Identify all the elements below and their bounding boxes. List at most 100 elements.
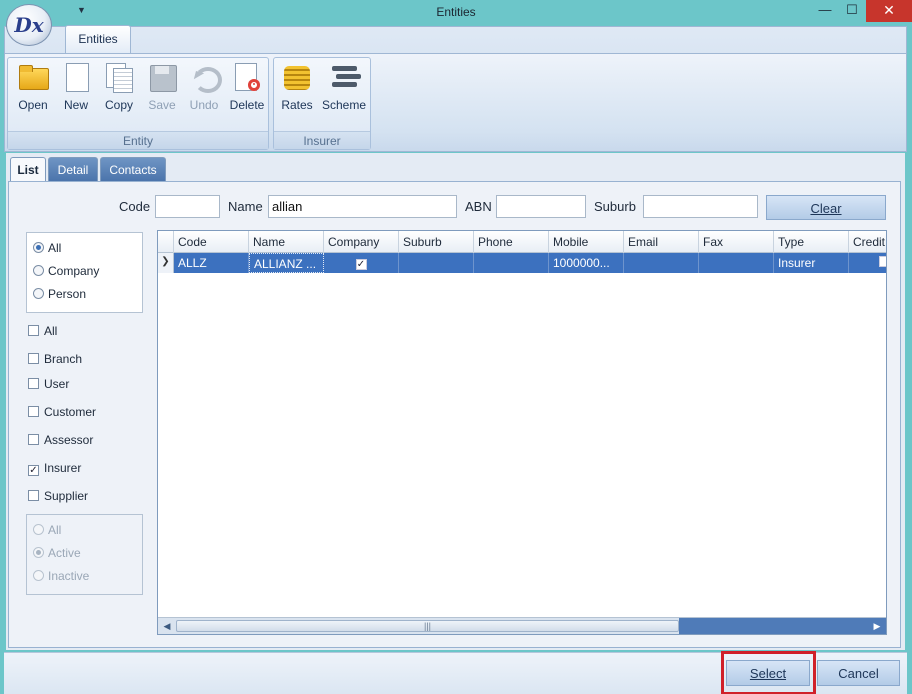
suburb-input[interactable]: [643, 195, 758, 218]
cell-type[interactable]: Insurer: [774, 253, 849, 273]
checkbox-label: All: [44, 324, 58, 338]
clear-button[interactable]: Clear: [766, 195, 886, 220]
checkbox-customer[interactable]: Customer: [28, 405, 96, 423]
column-header-suburb[interactable]: Suburb: [399, 231, 474, 253]
ribbon-body: Open New Copy Save Undo Delete Entity Ra…: [5, 53, 906, 151]
checkbox-branch[interactable]: Branch: [28, 352, 82, 370]
client-area: List Detail Contacts Code Name ABN Subur…: [6, 153, 905, 650]
open-label: Open: [18, 98, 48, 112]
checkbox-insurer[interactable]: ✓ Insurer: [28, 461, 81, 479]
delete-button[interactable]: Delete: [226, 62, 268, 128]
checkbox-box: [28, 490, 39, 501]
cell-credit[interactable]: [849, 253, 886, 273]
scheme-button[interactable]: Scheme: [320, 62, 368, 128]
column-header-code[interactable]: Code: [174, 231, 249, 253]
undo-label: Undo: [189, 98, 219, 112]
radio-company[interactable]: Company: [33, 264, 99, 282]
scroll-right-icon[interactable]: ▶: [869, 619, 885, 633]
status-group: All Active Inactive: [26, 514, 143, 595]
radio-status-active[interactable]: Active: [33, 546, 81, 564]
tab-list[interactable]: List: [10, 157, 46, 183]
cancel-button[interactable]: Cancel: [817, 660, 900, 686]
abn-input[interactable]: [496, 195, 586, 218]
radio-label: All: [48, 523, 62, 537]
save-icon: [147, 62, 177, 92]
column-header-fax[interactable]: Fax: [699, 231, 774, 253]
maximize-button[interactable]: ☐: [837, 0, 867, 22]
app-logo-icon[interactable]: Dx: [6, 4, 52, 46]
copy-button[interactable]: Copy: [99, 62, 139, 128]
checkbox-supplier[interactable]: Supplier: [28, 489, 88, 507]
tab-contacts[interactable]: Contacts: [100, 157, 166, 181]
name-label: Name: [228, 199, 263, 214]
column-header-credit[interactable]: Credit: [849, 231, 886, 253]
code-input[interactable]: [155, 195, 220, 218]
close-button[interactable]: ✕: [866, 0, 912, 22]
dialog-footer: Select Cancel: [4, 651, 907, 694]
radio-status-all[interactable]: All: [33, 523, 61, 541]
cell-mobile[interactable]: 1000000...: [549, 253, 624, 273]
name-input[interactable]: [268, 195, 457, 218]
column-header-name[interactable]: Name: [249, 231, 324, 253]
undo-button[interactable]: Undo: [184, 62, 224, 128]
save-label: Save: [148, 98, 176, 112]
column-header-type[interactable]: Type: [774, 231, 849, 253]
checkmark-icon: ✓: [28, 465, 39, 476]
ribbon-group-insurer: Rates Scheme Insurer: [273, 57, 371, 150]
checkbox-label: Insurer: [44, 461, 82, 475]
cell-suburb[interactable]: [399, 253, 474, 273]
checkbox-box: [28, 406, 39, 417]
new-button[interactable]: New: [56, 62, 96, 128]
column-header-phone[interactable]: Phone: [474, 231, 549, 253]
horizontal-scrollbar[interactable]: ◀ ||| ▶: [158, 617, 886, 634]
scroll-left-icon[interactable]: ◀: [159, 619, 175, 633]
checkbox-assessor[interactable]: Assessor: [28, 433, 93, 451]
tab-detail[interactable]: Detail: [48, 157, 98, 181]
entities-grid[interactable]: Code Name Company Suburb Phone Mobile Em…: [157, 230, 887, 635]
folder-open-icon: [18, 62, 49, 92]
scrollbar-thumb[interactable]: |||: [176, 620, 679, 632]
delete-icon: [232, 62, 262, 92]
scrollbar-track[interactable]: [679, 618, 886, 634]
checkbox-user[interactable]: User: [28, 377, 69, 395]
cell-phone[interactable]: [474, 253, 549, 273]
title-bar: ▼ Entities — ☐ ✕: [0, 0, 912, 26]
column-header-email[interactable]: Email: [624, 231, 699, 253]
table-row[interactable]: ALLZ ALLIANZ ... ✓ 1000000... Insurer: [158, 253, 886, 273]
ribbon-group-entity: Open New Copy Save Undo Delete Entity: [7, 57, 269, 150]
checkbox-all[interactable]: All: [28, 324, 57, 342]
column-header-company[interactable]: Company: [324, 231, 399, 253]
save-button[interactable]: Save: [142, 62, 182, 128]
open-button[interactable]: Open: [13, 62, 53, 128]
radio-dot: [33, 547, 44, 558]
ribbon-tab-entities[interactable]: Entities: [65, 25, 131, 53]
ribbon: Entities Open New Copy Save Undo Delete …: [4, 25, 907, 152]
radio-label: Person: [48, 287, 87, 301]
rates-label: Rates: [281, 98, 313, 112]
delete-label: Delete: [229, 98, 265, 112]
copy-icon: [104, 62, 134, 93]
cell-company[interactable]: ✓: [324, 253, 399, 273]
cell-fax[interactable]: [699, 253, 774, 273]
column-header-mobile[interactable]: Mobile: [549, 231, 624, 253]
abn-label: ABN: [465, 199, 492, 214]
window-title: Entities: [436, 5, 476, 19]
radio-status-inactive[interactable]: Inactive: [33, 569, 89, 587]
ribbon-group-caption-insurer: Insurer: [274, 131, 370, 149]
scheme-icon: [329, 62, 359, 92]
radio-label: All: [48, 241, 62, 255]
checkbox-label: Branch: [44, 352, 83, 366]
checkmark-icon: ✓: [355, 259, 367, 270]
cell-email[interactable]: [624, 253, 699, 273]
radio-person[interactable]: Person: [33, 287, 86, 305]
cell-name[interactable]: ALLIANZ ...: [249, 253, 324, 273]
radio-dot: [33, 570, 44, 581]
rates-button[interactable]: Rates: [277, 62, 317, 128]
undo-icon: [189, 62, 222, 93]
new-label: New: [63, 98, 88, 112]
radio-dot: [33, 242, 44, 253]
radio-all[interactable]: All: [33, 241, 61, 259]
minimize-button[interactable]: —: [810, 0, 840, 22]
checkbox-label: Customer: [44, 405, 97, 419]
cell-code[interactable]: ALLZ: [174, 253, 249, 273]
